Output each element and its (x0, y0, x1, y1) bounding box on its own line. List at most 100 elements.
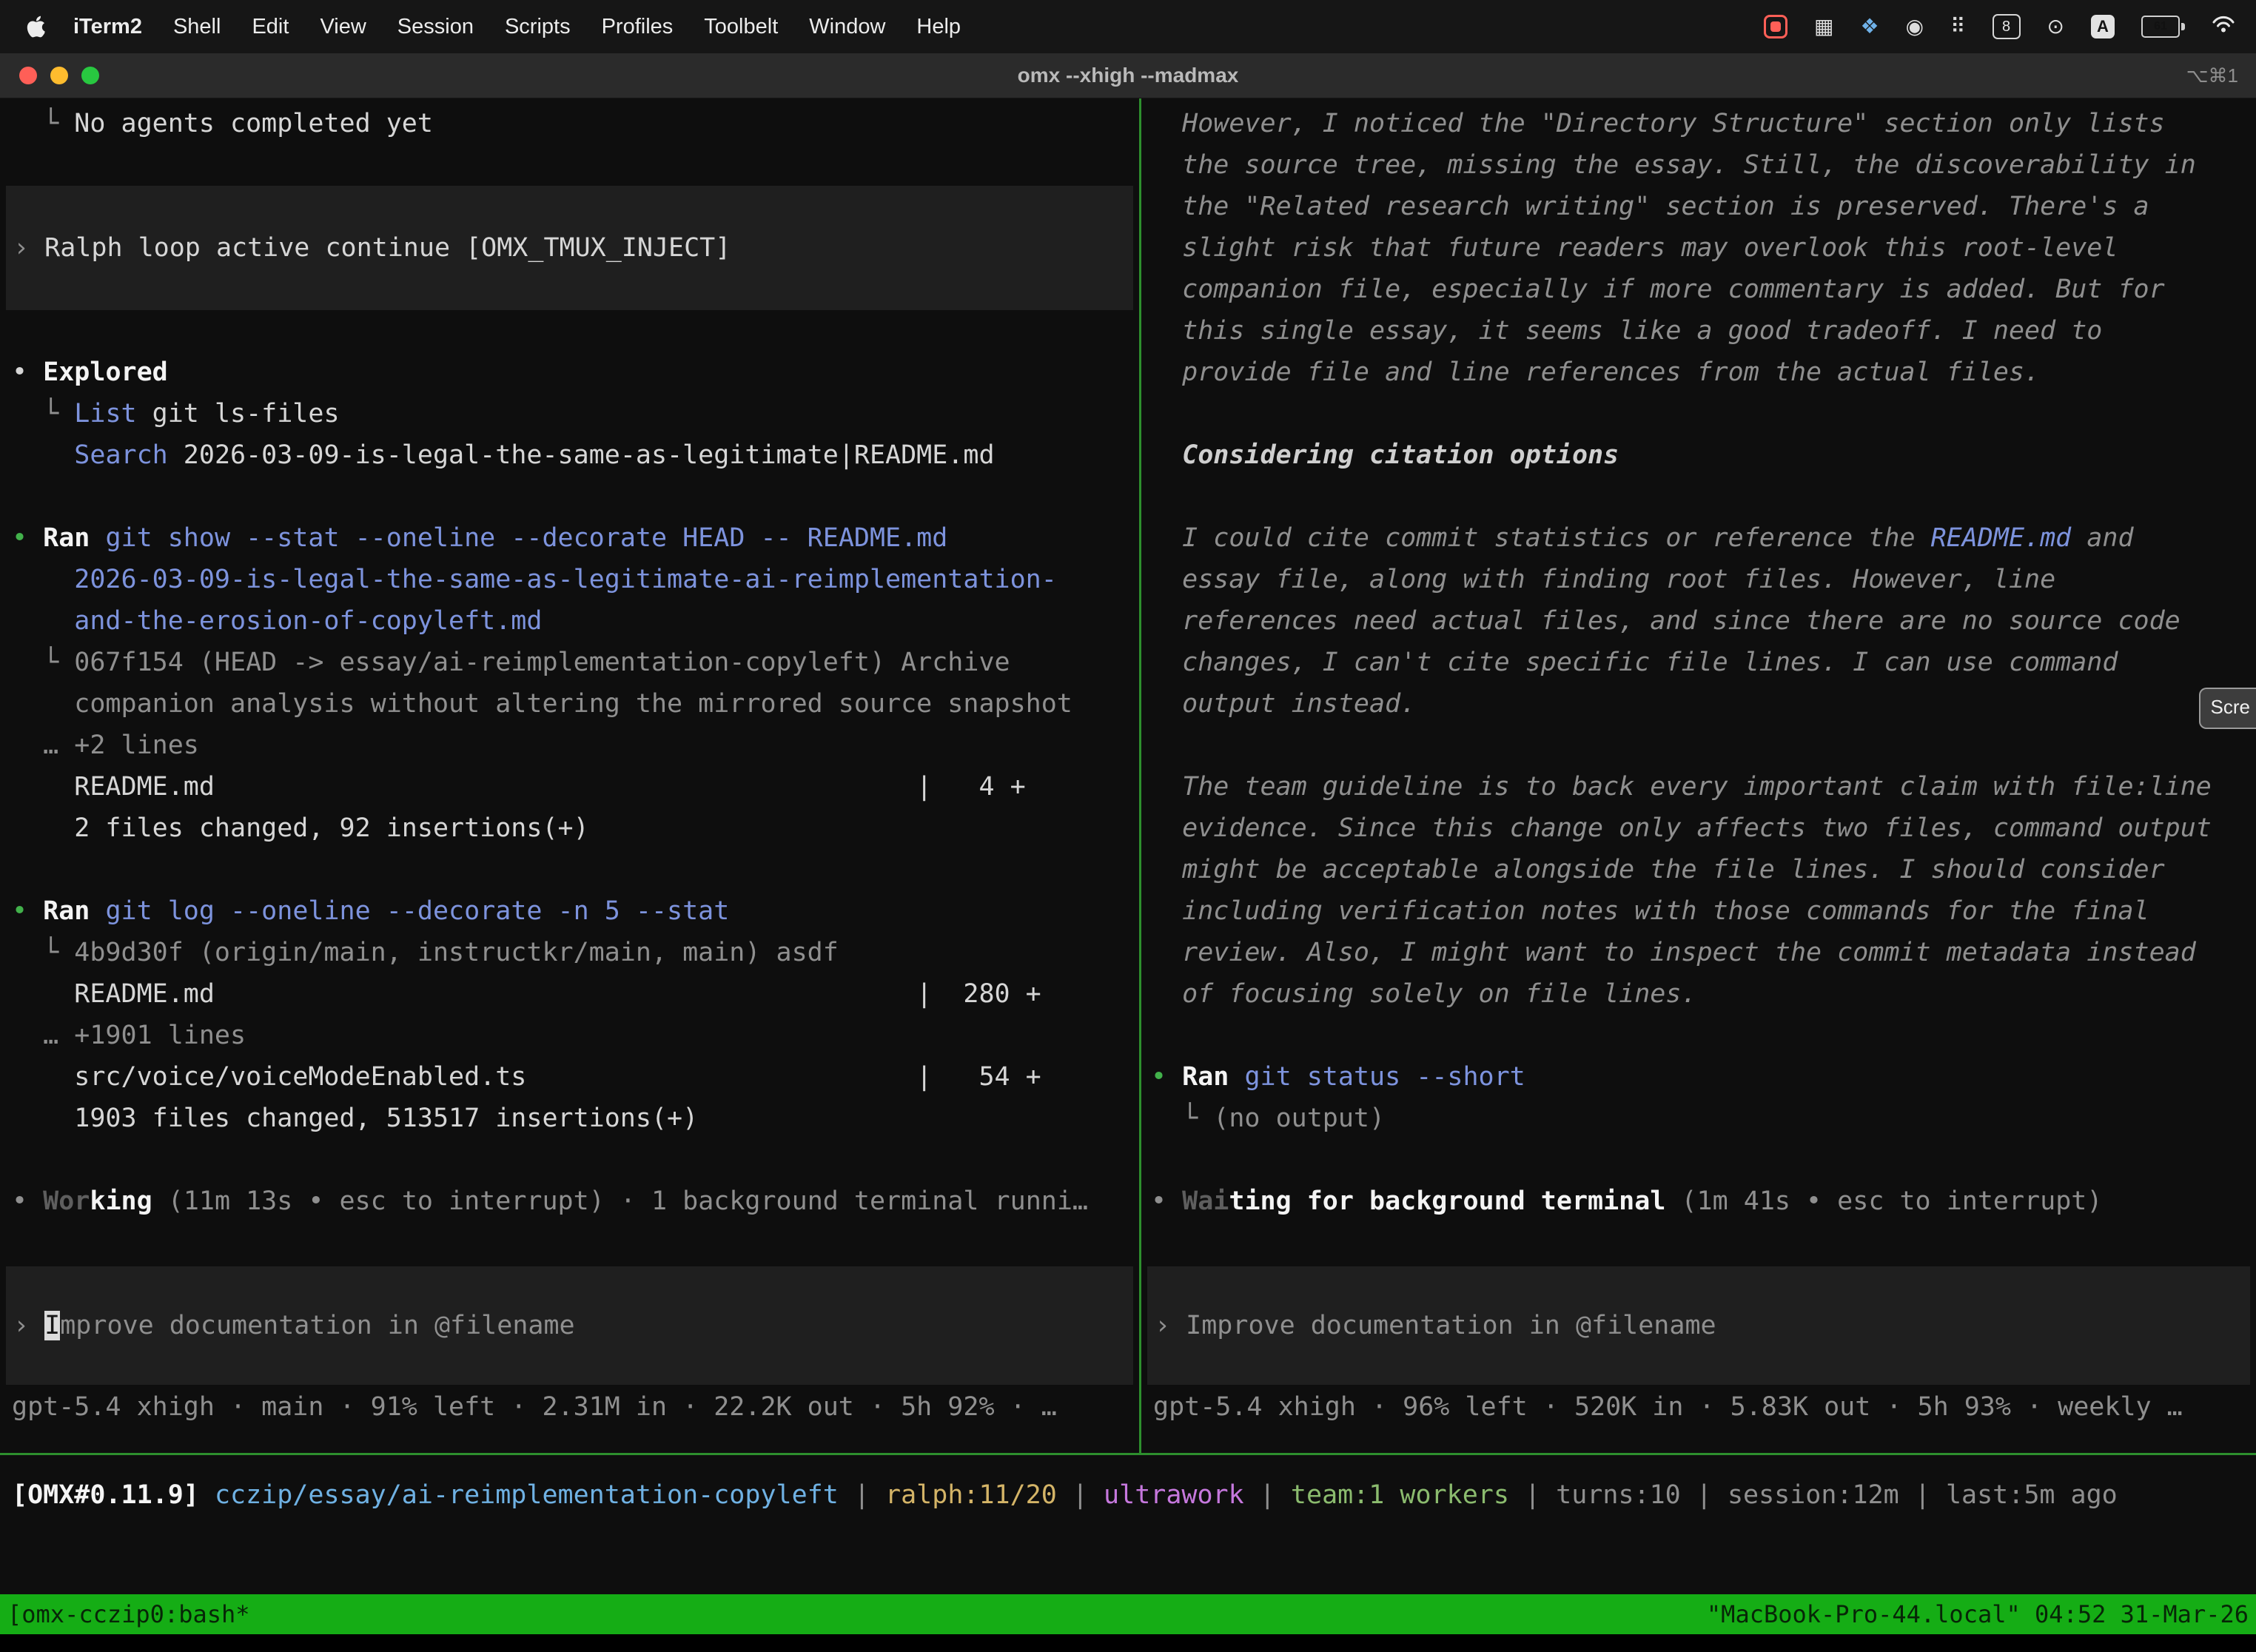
terminal-line: slight risk that future readers may over… (1151, 227, 2256, 269)
menubar: iTerm2 Shell Edit View Session Scripts Profile… (0, 0, 2256, 53)
right-model-status-line: gpt-5.4 xhigh · 96% left · 520K in · 5.8… (1153, 1386, 2253, 1428)
tmux-window-name[interactable]: [omx-cczip0:bash* (7, 1594, 250, 1634)
terminal-line: Search 2026-03-09-is-legal-the-same-as-l… (12, 434, 1139, 476)
terminal-line (12, 310, 1139, 352)
tmux-status-bar: [omx-cczip0:bash* "MacBook-Pro-44.local"… (0, 1594, 2256, 1634)
menu-item-scripts[interactable]: Scripts (505, 15, 571, 39)
terminal-line: • Explored (12, 352, 1139, 393)
input-source-icon[interactable]: A (2091, 15, 2115, 38)
zoom-button[interactable] (81, 67, 99, 84)
terminal-line (12, 849, 1139, 890)
terminal-line: └ 4b9d30f (origin/main, instructkr/main,… (12, 932, 1139, 973)
screen-recording-icon[interactable] (1764, 15, 1787, 38)
menu-item-iterm2[interactable]: iTerm2 (73, 15, 142, 39)
terminal-line: essay file, along with finding root file… (1151, 559, 2256, 600)
terminal-line: … +2 lines (12, 725, 1139, 766)
terminal-line: I could cite commit statistics or refere… (1151, 517, 2256, 559)
terminal-line: and-the-erosion-of-copyleft.md (12, 600, 1139, 642)
terminal-line: references need actual files, and since … (1151, 600, 2256, 642)
terminal-line: might be acceptable alongside the file l… (1151, 849, 2256, 890)
blue-app-icon[interactable]: ❖ (1860, 16, 1879, 37)
terminal-line: 1903 files changed, 513517 insertions(+) (12, 1098, 1139, 1139)
terminal-line: › Improve documentation in @filename (13, 1305, 1126, 1346)
terminal-line: └ 067f154 (HEAD -> essay/ai-reimplementa… (12, 642, 1139, 683)
terminal-line: • Ran git show --stat --oneline --decora… (12, 517, 1139, 559)
terminal-line: including verification notes with those … (1151, 890, 2256, 932)
desktop: iTerm2 Shell Edit View Session Scripts Profile… (0, 0, 2256, 1652)
apple-menu-icon[interactable] (25, 13, 47, 40)
left-model-status-line: gpt-5.4 xhigh · main · 91% left · 2.31M … (12, 1386, 1136, 1428)
menu-item-window[interactable]: Window (809, 15, 885, 39)
right-terminal-pane[interactable]: However, I noticed the "Directory Struct… (1141, 98, 2256, 1453)
terminal-line: • Working (11m 13s • esc to interrupt) ·… (12, 1181, 1139, 1222)
terminal-line: Considering citation options (1151, 434, 2256, 476)
terminal-line: the "Related research writing" section i… (1151, 186, 2256, 227)
terminal-line (1151, 393, 2256, 434)
terminal-line: … +1901 lines (12, 1015, 1139, 1056)
right-pane-output: However, I noticed the "Directory Struct… (1151, 103, 2256, 1222)
left-prompt-input[interactable]: › Improve documentation in @filename (6, 1266, 1133, 1385)
menubar-status-icons: ▦ ❖ ◉ ⠿ 8 ⊙ A 61 (1764, 14, 2235, 39)
dark-circle-app-icon[interactable]: ◉ (1906, 16, 1924, 37)
ring-app-icon[interactable]: ⊙ (2047, 16, 2064, 37)
minimize-button[interactable] (50, 67, 68, 84)
grid-app-icon[interactable]: ▦ (1814, 16, 1833, 37)
terminal-line: of focusing solely on file lines. (1151, 973, 2256, 1015)
terminal-line: companion analysis without altering the … (12, 683, 1139, 725)
terminal-line (12, 1139, 1139, 1181)
menu-item-help[interactable]: Help (916, 15, 961, 39)
terminal-line (1151, 1015, 2256, 1056)
terminal-line: 2 files changed, 92 insertions(+) (12, 807, 1139, 849)
close-button[interactable] (19, 67, 37, 84)
window-titlebar: omx --xhigh --madmax ⌥⌘1 (0, 53, 2256, 98)
terminal-line: changes, I can't cite specific file line… (1151, 642, 2256, 683)
menu-item-toolbelt[interactable]: Toolbelt (704, 15, 778, 39)
left-terminal-pane[interactable]: └ No agents completed yet › Ralph loop ac… (0, 98, 1139, 1453)
terminal-line: src/voice/voiceModeEnabled.ts | 54 + (12, 1056, 1139, 1098)
terminal-line: › Improve documentation in @filename (1155, 1305, 2243, 1346)
inject-prompt-box: › Ralph loop active continue [OMX_TMUX_I… (6, 186, 1133, 310)
terminal-line: › Ralph loop active continue [OMX_TMUX_I… (13, 227, 1126, 269)
window-shortcut-badge: ⌥⌘1 (2186, 53, 2238, 98)
terminal-line: review. Also, I might want to inspect th… (1151, 932, 2256, 973)
terminal-line: └ No agents completed yet (12, 103, 1139, 144)
dots-grid-icon[interactable]: ⠿ (1950, 16, 1966, 37)
terminal-line: └ List git ls-files (12, 393, 1139, 434)
screen-capture-button[interactable]: Scre (2199, 688, 2256, 729)
battery-icon[interactable]: 61 (2141, 16, 2185, 38)
terminal-line: provide file and line references from th… (1151, 352, 2256, 393)
omx-session-status: [OMX#0.11.9] cczip/essay/ai-reimplementa… (0, 1455, 2256, 1594)
tmux-host-clock: "MacBook-Pro-44.local" 04:52 31-Mar-26 (1707, 1594, 2249, 1634)
terminal-line: • Ran git log --oneline --decorate -n 5 … (12, 890, 1139, 932)
menu-item-edit[interactable]: Edit (252, 15, 289, 39)
terminal-line: output instead. (1151, 683, 2256, 725)
terminal-line (1151, 476, 2256, 517)
terminal-line: this single essay, it seems like a good … (1151, 310, 2256, 352)
right-prompt-input[interactable]: › Improve documentation in @filename (1147, 1266, 2250, 1385)
wifi-icon[interactable] (2212, 14, 2235, 39)
terminal-line (1151, 1139, 2256, 1181)
menu-item-view[interactable]: View (320, 15, 366, 39)
terminal-line: └ (no output) (1151, 1098, 2256, 1139)
terminal-line: [OMX#0.11.9] cczip/essay/ai-reimplementa… (12, 1474, 2256, 1516)
menu-item-shell[interactable]: Shell (173, 15, 221, 39)
menu-items: iTerm2 Shell Edit View Session Scripts Profile… (58, 15, 976, 39)
terminal-line (12, 476, 1139, 517)
terminal-line: the source tree, missing the essay. Stil… (1151, 144, 2256, 186)
terminal-line: 2026-03-09-is-legal-the-same-as-legitima… (12, 559, 1139, 600)
terminal-line: The team guideline is to back every impo… (1151, 766, 2256, 807)
terminal-line: However, I noticed the "Directory Struct… (1151, 103, 2256, 144)
window-title: omx --xhigh --madmax (1018, 53, 1239, 98)
terminal-line: companion file, especially if more comme… (1151, 269, 2256, 310)
terminal-line (12, 144, 1139, 186)
number-key-icon[interactable]: 8 (1993, 14, 2021, 39)
terminal-line (1151, 725, 2256, 766)
terminal-line: • Ran git status --short (1151, 1056, 2256, 1098)
terminal-line: README.md | 4 + (12, 766, 1139, 807)
terminal-line: README.md | 280 + (12, 973, 1139, 1015)
terminal-line: evidence. Since this change only affects… (1151, 807, 2256, 849)
terminal-area: └ No agents completed yet › Ralph loop ac… (0, 98, 2256, 1453)
menu-item-profiles[interactable]: Profiles (602, 15, 674, 39)
terminal-line: • Waiting for background terminal (1m 41… (1151, 1181, 2256, 1222)
menu-item-session[interactable]: Session (397, 15, 474, 39)
